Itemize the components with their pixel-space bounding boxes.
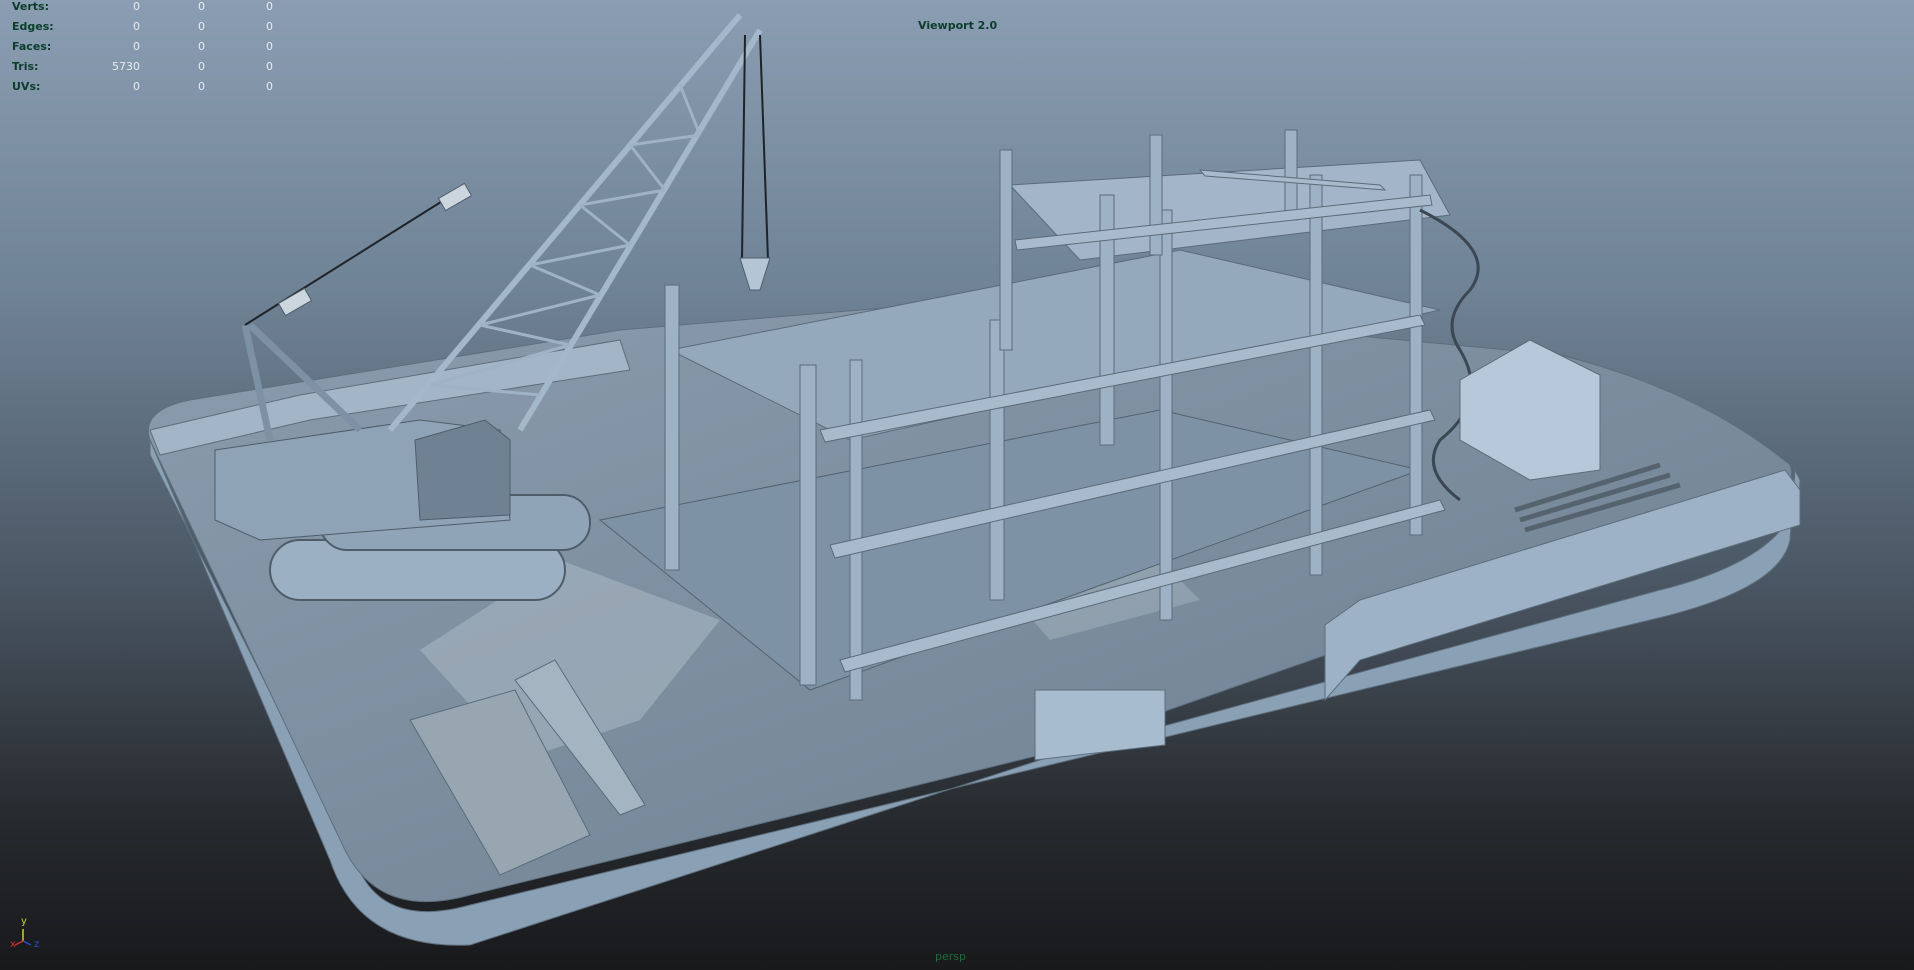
bulwark-wall [1034, 689, 1166, 761]
hud-value: 0 [198, 20, 205, 33]
hud-value: 0 [266, 20, 273, 33]
hud-value: 5730 [112, 60, 140, 73]
viewport-renderer-label: Viewport 2.0 [918, 19, 998, 32]
hud-value: 0 [133, 40, 140, 53]
hud-value: 0 [266, 0, 273, 13]
hud-value: 0 [133, 0, 140, 13]
axis-y-label: y [21, 916, 27, 927]
hud-value: 0 [198, 60, 205, 73]
hud-value: 0 [198, 0, 205, 13]
crane-hook-block [739, 257, 771, 291]
boom-pendant [437, 182, 473, 212]
hud-value: 0 [198, 80, 205, 93]
hud-value: 0 [266, 60, 273, 73]
scene-render[interactable] [0, 0, 1914, 970]
axis-gizmo-icon: y x z [8, 915, 48, 955]
hud-value: 0 [133, 80, 140, 93]
camera-name-label: persp [935, 950, 966, 963]
axis-z-label: z [34, 939, 40, 950]
axis-x-label: x [10, 939, 16, 950]
hud-value: 0 [266, 40, 273, 53]
hud-value: 0 [266, 80, 273, 93]
hud-value: 0 [133, 20, 140, 33]
hud-value: 0 [198, 40, 205, 53]
3d-viewport[interactable]: Verts: 0 0 0 Edges: 0 0 0 Faces: 0 0 0 T… [0, 0, 1914, 970]
